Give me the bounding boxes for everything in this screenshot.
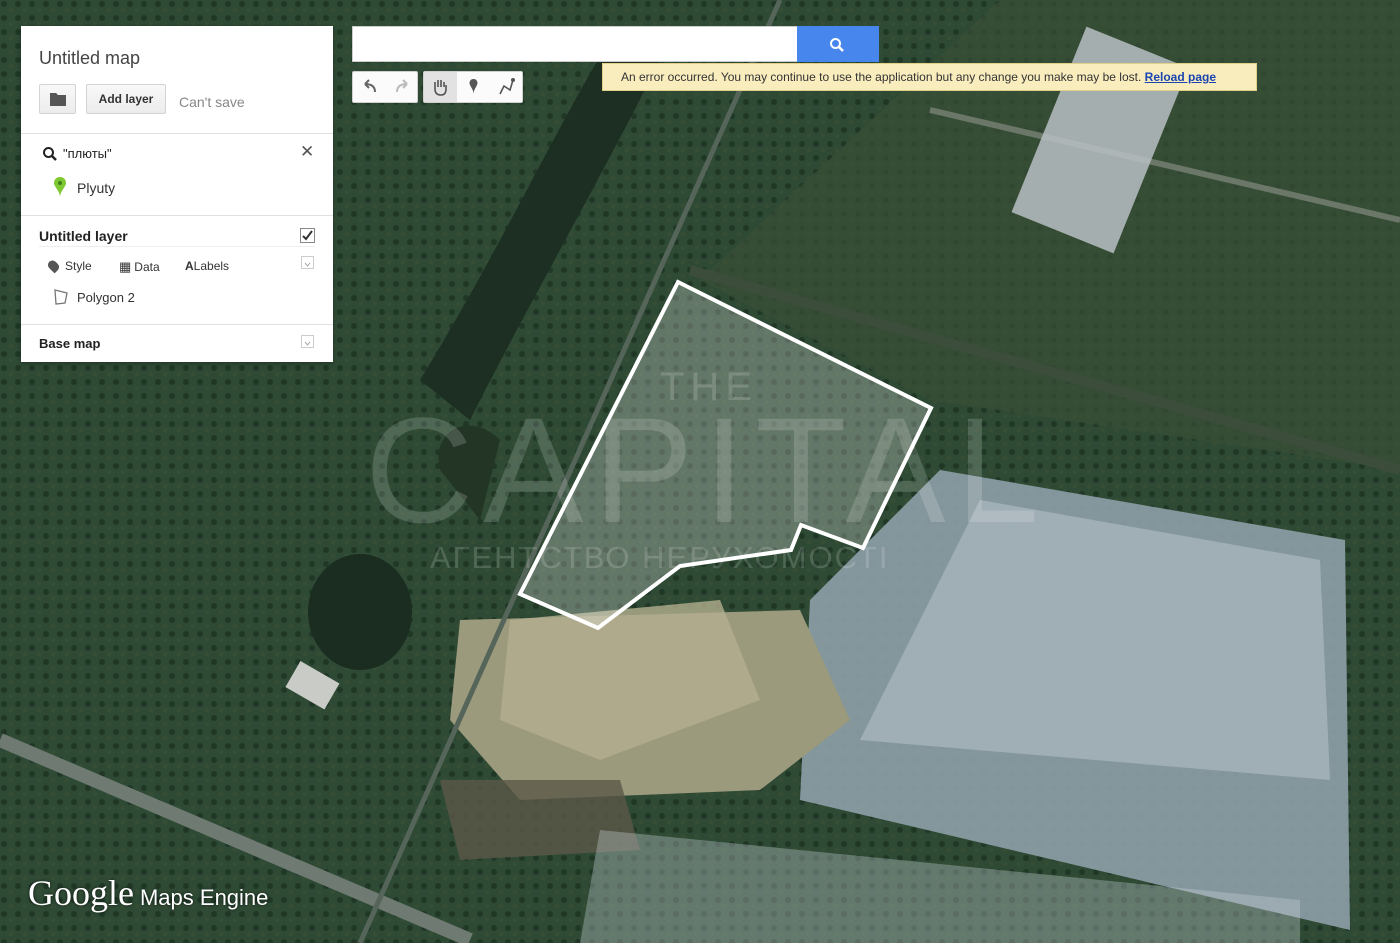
pan-tool-button[interactable]	[424, 72, 457, 102]
search-button[interactable]	[797, 26, 879, 62]
close-search-button[interactable]: ✕	[300, 142, 314, 162]
search-input[interactable]	[352, 26, 798, 62]
draw-line-button[interactable]	[490, 72, 523, 102]
checkmark-icon	[302, 230, 313, 241]
undo-redo-group	[352, 71, 418, 103]
maps-engine-wordmark: Maps Engine	[139, 885, 269, 910]
style-pin-icon	[46, 258, 61, 274]
folder-icon	[50, 93, 66, 106]
add-layer-button[interactable]: Add layer	[86, 84, 166, 114]
google-wordmark: Google	[28, 873, 134, 913]
divider	[21, 215, 333, 216]
labels-label: Labels	[193, 259, 230, 273]
layer-options-dropdown[interactable]	[301, 256, 314, 269]
search-result-place[interactable]: Plyuty	[77, 180, 115, 196]
google-maps-engine-logo: Google Maps Engine	[28, 872, 268, 914]
map-pin-icon	[54, 177, 66, 197]
base-map-dropdown[interactable]	[301, 335, 314, 348]
divider	[21, 133, 333, 134]
cant-save-status: Can't save	[179, 94, 245, 110]
draw-line-icon	[499, 78, 515, 95]
divider	[21, 324, 333, 325]
layer-visibility-checkbox[interactable]	[300, 228, 315, 243]
style-label: Style	[65, 259, 92, 273]
style-tool[interactable]: Style	[46, 258, 92, 274]
redo-button[interactable]	[386, 72, 419, 102]
polygon-feature-item[interactable]: Polygon 2	[77, 290, 135, 305]
error-message: An error occurred. You may continue to u…	[621, 70, 1142, 84]
map-title[interactable]: Untitled map	[39, 48, 140, 69]
labels-tool[interactable]: ALabels	[185, 259, 229, 273]
search-icon	[830, 38, 844, 52]
divider	[39, 246, 315, 247]
table-icon: ▦	[119, 259, 132, 274]
polygon-icon	[54, 289, 68, 305]
undo-button[interactable]	[353, 72, 386, 102]
map-tools-group	[423, 71, 523, 103]
open-folder-button[interactable]	[39, 84, 76, 114]
search-icon	[43, 147, 57, 161]
map-panel: Untitled map Add layer Can't save "плюты…	[21, 26, 333, 362]
chevron-down-icon	[304, 341, 311, 346]
labels-icon: A	[185, 259, 194, 273]
search-result-query: "плюты"	[63, 146, 112, 161]
hand-icon	[434, 80, 447, 96]
base-map-label[interactable]: Base map	[39, 336, 100, 351]
error-banner: An error occurred. You may continue to u…	[602, 63, 1257, 91]
data-tool[interactable]: ▦ Data	[119, 259, 160, 275]
data-label: Data	[134, 260, 160, 274]
marker-icon	[469, 79, 478, 94]
reload-page-link[interactable]: Reload page	[1145, 70, 1216, 84]
add-marker-button[interactable]	[457, 72, 490, 102]
redo-icon	[396, 79, 408, 93]
undo-icon	[364, 79, 376, 93]
close-icon: ✕	[300, 142, 315, 161]
chevron-down-icon	[304, 262, 311, 267]
layer-title[interactable]: Untitled layer	[39, 228, 128, 244]
